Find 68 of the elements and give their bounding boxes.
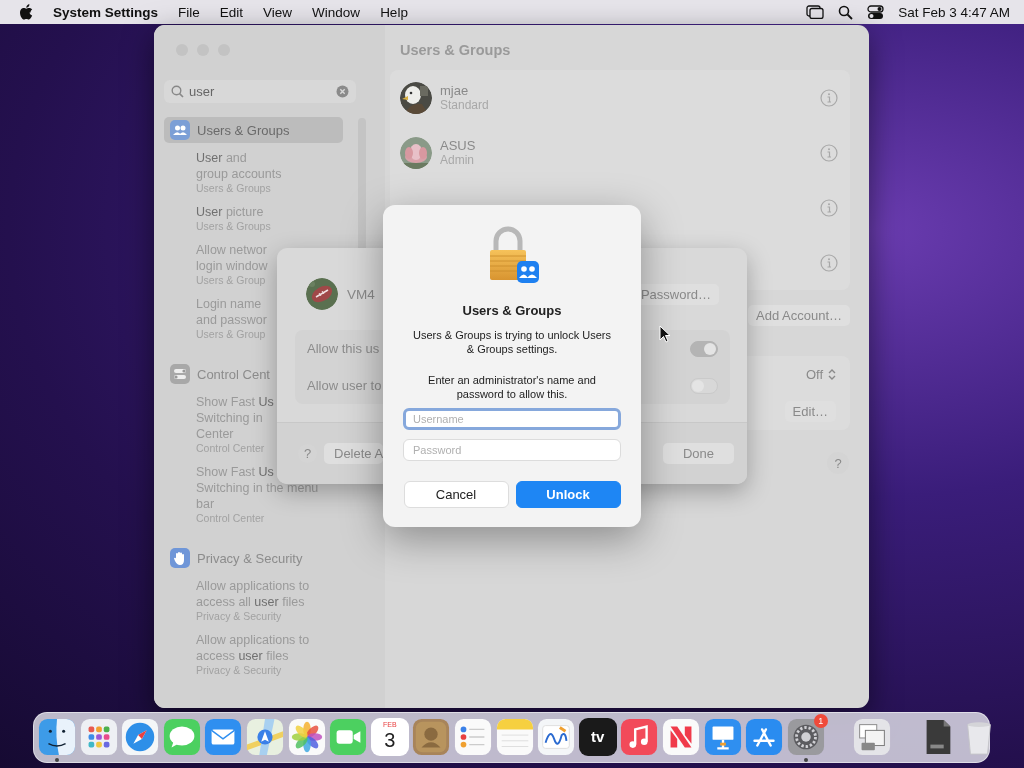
menu-bar-clock[interactable]: Sat Feb 3 4:47 AM [898,4,1010,20]
option-label: Allow this us [307,341,380,356]
dialog-message: Users & Groups is trying to unlock Users & Groups settings. [411,328,613,356]
map-icon[interactable] [245,717,284,756]
grid-icon[interactable] [79,717,118,756]
letter-a-icon[interactable] [745,717,784,756]
screen-mirroring-icon[interactable] [806,5,825,19]
search-icon[interactable] [838,4,854,20]
sidebar-item[interactable]: Privacy & Security [164,545,343,571]
unlock-button[interactable]: Unlock [515,481,621,508]
envelope-icon[interactable] [204,717,243,756]
calendar-day: 3 [384,728,396,751]
toggle-switch[interactable] [690,340,718,357]
info-icon[interactable] [820,253,838,272]
info-icon[interactable] [820,198,838,217]
tv-label: tv [591,728,605,745]
toggle-switch[interactable] [690,377,718,394]
menu-item[interactable]: Edit [219,4,244,20]
user-name: VM4 [347,286,375,302]
sidebar-item[interactable]: Users & Groups [164,117,343,143]
search-field[interactable]: user [164,80,356,103]
sidebar-item-label: Privacy & Security [197,550,303,566]
user-name: ASUS [440,138,476,153]
menu-item[interactable]: Help [380,4,408,20]
checklist-icon[interactable] [453,717,492,756]
window-title: Users & Groups [399,41,512,60]
username-field[interactable]: Username [403,408,621,430]
app-menu[interactable]: System Settings [53,4,159,20]
search-icon [171,85,184,98]
podium-icon[interactable] [703,717,742,756]
menu-item[interactable]: View [263,4,293,20]
sidebar-item-label: Control Cent [197,366,270,382]
info-icon[interactable] [820,88,838,107]
dialog-title: Users & Groups [462,303,562,318]
popup-button[interactable]: Off [805,367,836,382]
add-account-button[interactable]: Add Account… [748,305,850,326]
apple-icon[interactable] [19,4,33,20]
cancel-button[interactable]: Cancel [403,481,509,508]
done-button[interactable]: Done [662,443,734,464]
face-icon[interactable] [38,717,76,756]
scribble-icon[interactable] [537,717,576,756]
book-icon[interactable] [412,717,451,756]
notification-badge: 1 [813,713,828,728]
pointer-cursor-icon [659,325,671,343]
people-icon [170,120,190,140]
news-icon[interactable] [661,717,700,756]
flower-icon[interactable] [287,717,326,756]
user-name: mjae [440,83,470,98]
sidebar-item-label: Users & Groups [197,122,290,138]
hand-icon [170,548,190,568]
drive-icon[interactable] [852,717,891,756]
menu-item[interactable]: Window [312,4,361,20]
control-center-icon[interactable] [867,4,885,20]
toggles-icon [170,364,190,384]
password-field[interactable]: Password [403,439,621,461]
dialog-instructions: Enter an administrator's name and password to allow this. [427,373,597,401]
gear-icon[interactable] [786,717,825,756]
tv-icon[interactable]: tv [578,717,617,756]
music-note-icon[interactable] [620,717,659,756]
option-label: Allow user to [307,378,382,393]
speech-bubble-icon[interactable] [162,717,201,756]
delete-button[interactable]: Delete A [324,443,384,464]
video-camera-icon[interactable] [329,717,368,756]
info-icon[interactable] [820,143,838,162]
compass-icon[interactable] [121,717,160,756]
menu-item[interactable]: File [178,4,200,20]
clear-icon[interactable] [336,85,349,98]
updown-chevron-icon [828,368,836,381]
